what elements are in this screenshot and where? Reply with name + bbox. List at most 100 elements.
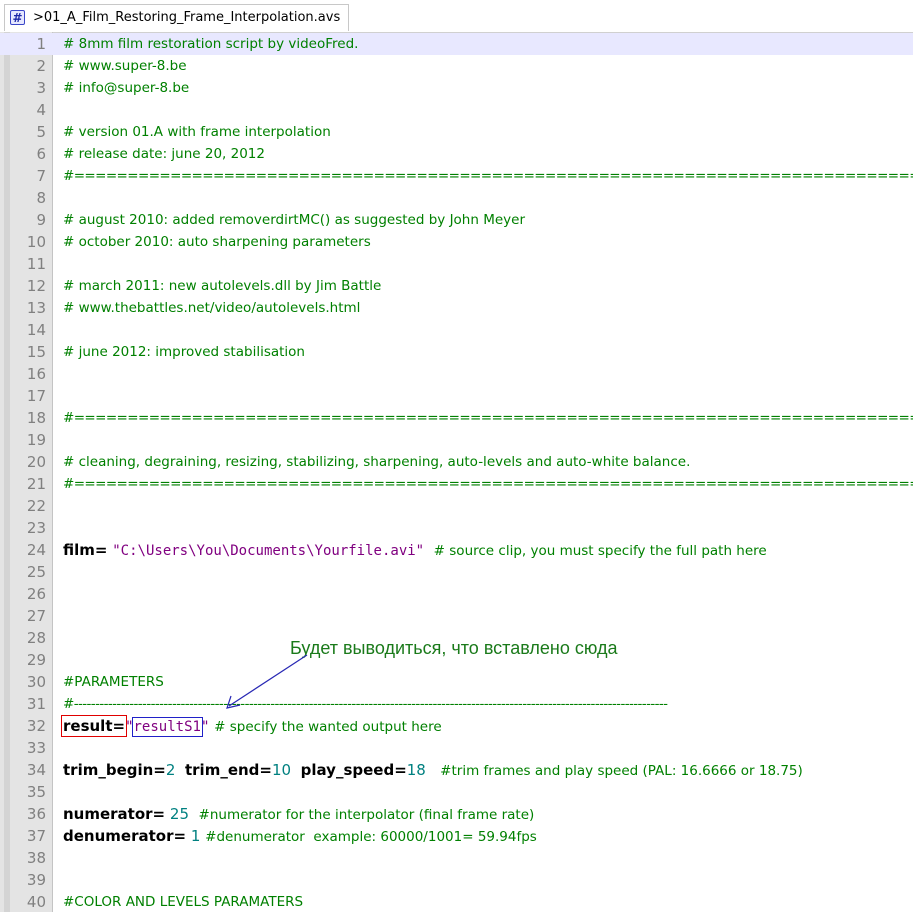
- text: [189, 805, 199, 823]
- code-line[interactable]: 37 denumerator= 1 #denumerator example: 6…: [0, 825, 913, 847]
- code-line[interactable]: 6 # release date: june 20, 2012: [0, 143, 913, 165]
- comment: # source clip, you must specify the full…: [433, 543, 767, 559]
- line-code: # 8mm film restoration script by videoFr…: [63, 33, 358, 55]
- line-code: # info@super-8.be: [63, 77, 189, 99]
- highlighted-keyword: result=: [60, 715, 128, 737]
- text: [426, 761, 440, 779]
- code-line[interactable]: 8: [0, 187, 913, 209]
- line-number: 9: [36, 211, 46, 229]
- code-line[interactable]: 14: [0, 319, 913, 341]
- code-line[interactable]: 27: [0, 605, 913, 627]
- line-number: 15: [26, 343, 46, 361]
- file-tab[interactable]: # >01_A_Film_Restoring_Frame_Interpolati…: [4, 4, 349, 31]
- code-line[interactable]: 30 #PARAMETERS: [0, 671, 913, 693]
- code-line[interactable]: 2 # www.super-8.be: [0, 55, 913, 77]
- line-number: 36: [26, 805, 46, 823]
- code-line[interactable]: 13 # www.thebattles.net/video/autolevels.…: [0, 297, 913, 319]
- code-line[interactable]: 9 # august 2010: added removerdirtMC() as…: [0, 209, 913, 231]
- comment: # march 2011: new autolevels.dll by Jim …: [63, 278, 382, 294]
- comment: #trim frames and play speed (PAL: 16.666…: [440, 763, 803, 779]
- code-line[interactable]: 11: [0, 253, 913, 275]
- line-number: 17: [26, 387, 46, 405]
- comment-rule: #=======================================…: [63, 168, 913, 184]
- line-code: numerator= 25 #numerator for the interpo…: [63, 803, 534, 825]
- line-number: 38: [26, 849, 46, 867]
- comment: # release date: june 20, 2012: [63, 146, 265, 162]
- line-code: result="resultS1" # specify the wanted o…: [60, 715, 442, 737]
- code-line[interactable]: 15 # june 2012: improved stabilisation: [0, 341, 913, 363]
- line-number: 10: [26, 233, 46, 251]
- code-line[interactable]: 20 # cleaning, degraining, resizing, stab…: [0, 451, 913, 473]
- code-line[interactable]: 34 trim_begin=2 trim_end=10 play_speed=18…: [0, 759, 913, 781]
- comment: # www.super-8.be: [63, 58, 187, 74]
- number: 25: [169, 805, 189, 823]
- line-number: 37: [26, 827, 46, 845]
- code-line[interactable]: 26: [0, 583, 913, 605]
- line-number: 12: [26, 277, 46, 295]
- string: ": [125, 719, 134, 735]
- comment: # august 2010: added removerdirtMC() as …: [63, 212, 526, 228]
- line-number: 24: [26, 541, 46, 559]
- code-line[interactable]: 24 film= "C:\Users\You\Documents\Yourfile…: [0, 539, 913, 561]
- line-code: # october 2010: auto sharpening paramete…: [63, 231, 371, 253]
- code-line[interactable]: 17: [0, 385, 913, 407]
- code-line[interactable]: 12 # march 2011: new autolevels.dll by Ji…: [0, 275, 913, 297]
- annotation-note: Будет выводиться, что вставлено сюда: [290, 638, 618, 658]
- tab-bar: # >01_A_Film_Restoring_Frame_Interpolati…: [0, 0, 913, 33]
- line-number: 29: [26, 651, 46, 669]
- keyword: numerator=: [63, 805, 166, 823]
- comment: # october 2010: auto sharpening paramete…: [63, 234, 371, 250]
- highlighted-string: resultS1: [131, 717, 203, 737]
- keyword: film=: [63, 541, 108, 559]
- line-number: 20: [26, 453, 46, 471]
- line-number: 34: [26, 761, 46, 779]
- code-line[interactable]: 33: [0, 737, 913, 759]
- code-line[interactable]: 40 #COLOR AND LEVELS PARAMATERS: [0, 891, 913, 912]
- line-code: # march 2011: new autolevels.dll by Jim …: [63, 275, 381, 297]
- line-number: 11: [26, 255, 46, 273]
- code-line[interactable]: 3 # info@super-8.be: [0, 77, 913, 99]
- code-line[interactable]: 23: [0, 517, 913, 539]
- line-code: #=======================================…: [63, 407, 913, 429]
- line-number: 28: [26, 629, 46, 647]
- string: "C:\Users\You\Documents\Yourfile.avi": [112, 543, 425, 559]
- code-line[interactable]: 25: [0, 561, 913, 583]
- comment: # info@super-8.be: [63, 80, 190, 96]
- code-line[interactable]: 31 #-------------------------------------…: [0, 693, 913, 715]
- keyword: denumerator=: [63, 827, 187, 845]
- comment: # 8mm film restoration script by videoFr…: [63, 36, 359, 52]
- text: [291, 761, 301, 779]
- text: [175, 761, 185, 779]
- comment-rule: #---------------------------------------…: [63, 696, 668, 712]
- code-line[interactable]: 5 # version 01.A with frame interpolation: [0, 121, 913, 143]
- comment: #denumerator example: 60000/1001= 59.94f…: [205, 829, 537, 845]
- line-code: # www.thebattles.net/video/autolevels.ht…: [63, 297, 360, 319]
- code-line[interactable]: 22: [0, 495, 913, 517]
- code-line[interactable]: 1 # 8mm film restoration script by videoF…: [0, 33, 913, 55]
- line-code: denumerator= 1 #denumerator example: 600…: [63, 825, 537, 847]
- line-number: 31: [26, 695, 46, 713]
- code-line[interactable]: 16: [0, 363, 913, 385]
- code-line[interactable]: 10 # october 2010: auto sharpening parame…: [0, 231, 913, 253]
- file-tab-label: >01_A_Film_Restoring_Frame_Interpolation…: [33, 10, 341, 25]
- code-editor[interactable]: 1 # 8mm film restoration script by videoF…: [0, 32, 913, 912]
- code-line[interactable]: 7 #======================================…: [0, 165, 913, 187]
- code-line[interactable]: 39: [0, 869, 913, 891]
- line-number: 8: [36, 189, 46, 207]
- line-number: 35: [26, 783, 46, 801]
- line-code: # version 01.A with frame interpolation: [63, 121, 331, 143]
- code-line[interactable]: 38: [0, 847, 913, 869]
- code-line[interactable]: 32 result="resultS1" # specify the wanted…: [0, 715, 913, 737]
- code-line[interactable]: 21 #=====================================…: [0, 473, 913, 495]
- number: 2: [165, 761, 176, 779]
- line-code: #=======================================…: [63, 473, 913, 495]
- comment: # version 01.A with frame interpolation: [63, 124, 331, 140]
- code-line[interactable]: 36 numerator= 25 #numerator for the inter…: [0, 803, 913, 825]
- code-line[interactable]: 18 #=====================================…: [0, 407, 913, 429]
- line-number: 14: [26, 321, 46, 339]
- line-code: #COLOR AND LEVELS PARAMATERS: [63, 891, 303, 912]
- code-line[interactable]: 19: [0, 429, 913, 451]
- code-line[interactable]: 35: [0, 781, 913, 803]
- comment: #COLOR AND LEVELS PARAMATERS: [63, 894, 304, 910]
- code-line[interactable]: 4: [0, 99, 913, 121]
